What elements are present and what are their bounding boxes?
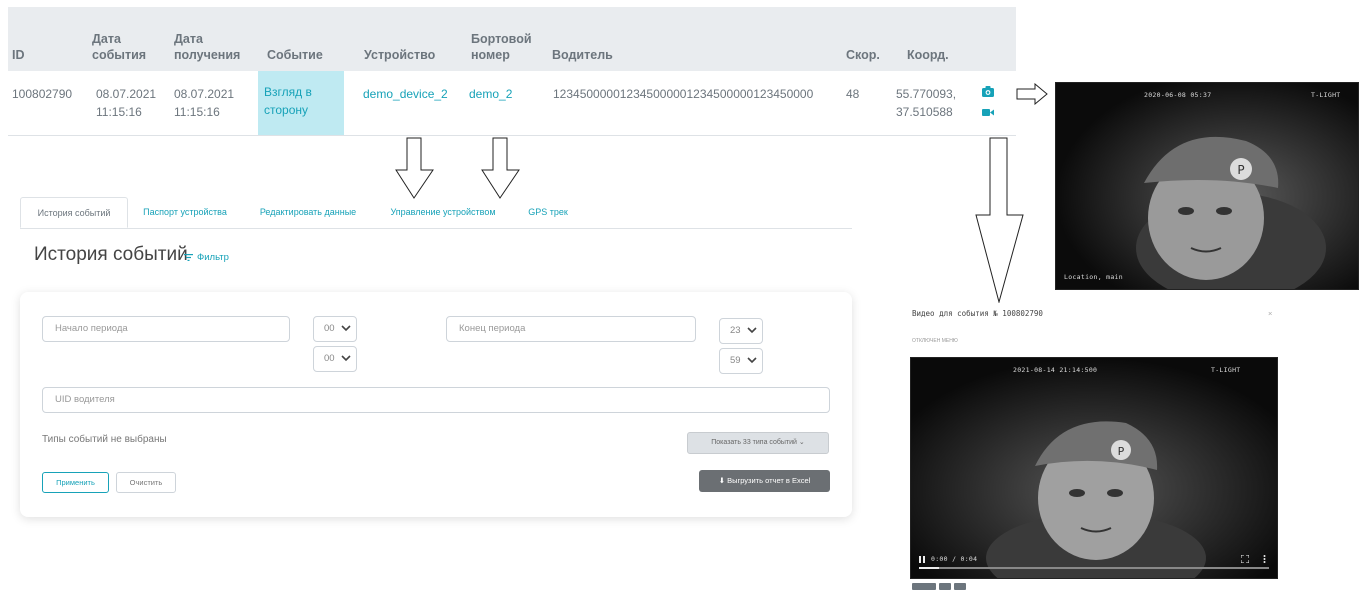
header-device[interactable]: Устройство	[364, 47, 435, 63]
chevron-down-icon	[747, 327, 757, 334]
period-start-input[interactable]: Начало периода	[42, 316, 290, 342]
cell-event-type: Взгляд в сторону	[258, 71, 344, 135]
longitude: 37.510588	[896, 105, 953, 119]
tab-edit-data[interactable]: Редактировать данные	[246, 197, 370, 228]
video-corner-label: T-LIGHT	[1211, 366, 1241, 374]
player-button[interactable]	[912, 583, 936, 590]
device-tabs: История событий Паспорт устройства Редак…	[20, 197, 852, 229]
start-hour-value: 00	[324, 323, 335, 334]
player-buttons	[912, 583, 966, 590]
snapshot-timestamp: 2020-06-08 05:37	[1144, 91, 1212, 99]
header-receive-date[interactable]: Дата получения	[174, 31, 240, 63]
tab-device-passport[interactable]: Паспорт устройства	[134, 197, 236, 228]
event-types-status: Типы событий не выбраны	[42, 434, 167, 445]
event-type-line2: сторону	[264, 103, 309, 117]
chevron-down-icon	[341, 325, 351, 332]
chevron-down-icon	[341, 355, 351, 362]
chevron-down-icon	[747, 357, 757, 364]
cell-coords: 55.770093, 37.510588	[896, 85, 956, 121]
events-table: ID Дата события Дата получения Событие У…	[8, 7, 1016, 136]
svg-text:P: P	[1118, 445, 1125, 458]
period-end-input[interactable]: Конец периода	[446, 316, 696, 342]
snapshot-corner-label: T-LIGHT	[1311, 91, 1341, 99]
video-modal-subtitle: ОТКЛЮЧЕН МЕНЮ	[912, 338, 958, 344]
header-receive-date-line2: получения	[174, 48, 241, 62]
filter-toggle[interactable]: Фильтр	[184, 252, 229, 263]
start-minute-value: 00	[324, 353, 335, 364]
video-timestamp: 2021-08-14 21:14:500	[1013, 366, 1098, 374]
end-hour-value: 23	[730, 325, 741, 336]
end-hour-select[interactable]: 23	[719, 318, 763, 344]
table-row[interactable]: 100802790 08.07.2021 11:15:16 08.07.2021…	[8, 71, 1016, 136]
header-event[interactable]: Событие	[267, 47, 323, 63]
event-time: 11:15:16	[96, 105, 142, 119]
svg-text:P: P	[1237, 163, 1244, 177]
cell-driver: 123450000012345000001234500000123450000	[553, 87, 814, 101]
device-link[interactable]: demo_device_2	[363, 85, 448, 103]
cell-speed: 48	[846, 87, 860, 101]
event-video-player[interactable]: P 2021-08-14 21:14:500 T-LIGHT 0:00 / 0:…	[910, 357, 1278, 579]
snapshot-caption: Location, main	[1064, 273, 1123, 281]
player-button[interactable]	[939, 583, 951, 590]
filter-icon	[184, 254, 193, 261]
video-time: 0:00 / 0:04	[931, 555, 978, 563]
filter-label: Фильтр	[197, 252, 229, 263]
arrow-down-icon	[395, 137, 434, 199]
receive-date: 08.07.2021	[174, 87, 235, 101]
video-camera-icon[interactable]	[982, 108, 994, 117]
cell-event-date: 08.07.2021 11:15:16	[96, 85, 156, 121]
header-event-date[interactable]: Дата события	[92, 31, 146, 63]
event-snapshot-image[interactable]: P 2020-06-08 05:37 T-LIGHT Location, mai…	[1055, 82, 1359, 290]
apply-button[interactable]: Применить	[42, 472, 109, 493]
show-event-types-button[interactable]: Показать 33 типа событий ⌄	[687, 432, 829, 454]
clear-button[interactable]: Очистить	[116, 472, 176, 493]
start-minute-select[interactable]: 00	[313, 346, 357, 372]
driver-uid-input[interactable]: UID водителя	[42, 387, 830, 413]
header-board-line2: номер	[471, 48, 510, 62]
header-event-date-line2: события	[92, 48, 147, 62]
camera-icon[interactable]	[982, 86, 994, 97]
page-title: История событий	[34, 244, 188, 265]
cell-receive-date: 08.07.2021 11:15:16	[174, 85, 234, 121]
receive-time: 11:15:16	[174, 105, 220, 119]
header-speed[interactable]: Скор.	[846, 47, 880, 63]
filter-card: Начало периода 00 00 Конец периода 23 59…	[20, 292, 852, 517]
driver-photo: P	[1056, 83, 1358, 289]
pause-icon[interactable]	[919, 555, 925, 563]
header-coords[interactable]: Коорд.	[907, 47, 949, 63]
table-header: ID Дата события Дата получения Событие У…	[8, 7, 1016, 71]
header-board-line1: Бортовой	[471, 32, 532, 46]
video-modal-title: Видео для события № 100802790	[912, 309, 1043, 318]
tab-device-control[interactable]: Управление устройством	[378, 197, 508, 228]
export-excel-button[interactable]: ⬇ Выгрузить отчет в Excel	[699, 470, 830, 492]
event-date: 08.07.2021	[96, 87, 157, 101]
board-number-link[interactable]: demo_2	[469, 85, 512, 103]
end-minute-select[interactable]: 59	[719, 348, 763, 374]
event-type-line1: Взгляд в	[264, 85, 312, 99]
arrow-down-icon	[481, 137, 520, 199]
arrow-right-icon	[1016, 83, 1048, 105]
video-controls: 0:00 / 0:04	[919, 555, 977, 563]
more-options-icon[interactable]	[1263, 555, 1266, 563]
header-event-date-line1: Дата	[92, 32, 121, 46]
cell-id: 100802790	[12, 87, 73, 101]
tab-gps-track[interactable]: GPS трек	[528, 197, 568, 228]
close-icon[interactable]: ×	[1268, 309, 1272, 318]
tab-event-history[interactable]: История событий	[20, 197, 128, 228]
start-hour-select[interactable]: 00	[313, 316, 357, 342]
header-board-number[interactable]: Бортовой номер	[471, 31, 532, 63]
fullscreen-icon[interactable]	[1241, 555, 1249, 563]
header-id[interactable]: ID	[12, 47, 25, 63]
header-driver[interactable]: Водитель	[552, 47, 613, 63]
driver-video-frame: P	[911, 358, 1277, 578]
latitude: 55.770093,	[896, 87, 957, 101]
arrow-down-icon	[975, 137, 1024, 303]
player-button[interactable]	[954, 583, 966, 590]
header-receive-date-line1: Дата	[174, 32, 203, 46]
end-minute-value: 59	[730, 355, 741, 366]
